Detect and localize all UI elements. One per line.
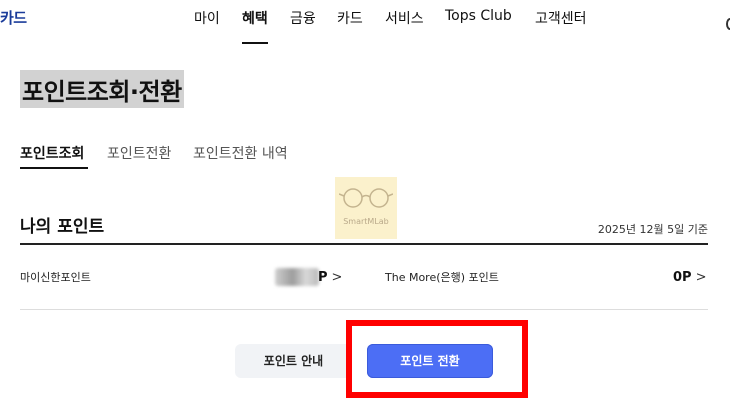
my-points-title: 나의 포인트: [20, 217, 105, 237]
top-nav: 마이 혜택 금융 카드 서비스 Tops Club 고객센터: [0, 8, 730, 44]
nav-item-customer-center[interactable]: 고객센터: [535, 8, 587, 28]
glasses-icon: [339, 188, 393, 208]
chevron-right-icon: >: [695, 270, 707, 285]
point-label-the-more: The More(은행) 포인트: [385, 271, 499, 284]
point-label-my-shinhan: 마이신한포인트: [20, 271, 91, 284]
section-divider: [20, 243, 708, 245]
tab-point-inquiry[interactable]: 포인트조회: [20, 143, 84, 163]
point-convert-button[interactable]: 포인트 전환: [367, 344, 493, 378]
point-value-text: P: [318, 270, 328, 285]
watermark-text: SmartMLab: [343, 217, 389, 226]
page-title: 포인트조회·전환: [22, 78, 182, 106]
page-title-highlight: 포인트조회·전환: [20, 70, 184, 108]
row-divider: [20, 309, 708, 310]
tab-conversion-history[interactable]: 포인트전환 내역: [193, 143, 288, 163]
watermark-logo: SmartMLab: [335, 177, 397, 239]
point-value-my-shinhan[interactable]: P >: [318, 270, 342, 285]
point-value-the-more[interactable]: 0P >: [673, 270, 706, 285]
point-value-text: 0P: [673, 270, 692, 285]
nav-item-tops-club[interactable]: Tops Club: [445, 8, 512, 24]
nav-active-indicator: [242, 42, 268, 44]
nav-item-card[interactable]: 카드: [337, 8, 363, 28]
points-date: 2025년 12월 5일 기준: [597, 223, 708, 236]
tab-point-conversion[interactable]: 포인트전환: [107, 143, 171, 163]
nav-item-benefits[interactable]: 혜택: [242, 8, 268, 28]
search-icon[interactable]: [726, 18, 730, 30]
nav-item-service[interactable]: 서비스: [385, 8, 424, 28]
chevron-right-icon: >: [331, 270, 343, 285]
nav-item-my[interactable]: 마이: [194, 8, 220, 28]
tab-active-indicator: [20, 167, 88, 169]
point-guide-button[interactable]: 포인트 안내: [235, 344, 352, 378]
nav-item-finance[interactable]: 금융: [290, 8, 316, 28]
obscured-point-value: [275, 268, 319, 286]
